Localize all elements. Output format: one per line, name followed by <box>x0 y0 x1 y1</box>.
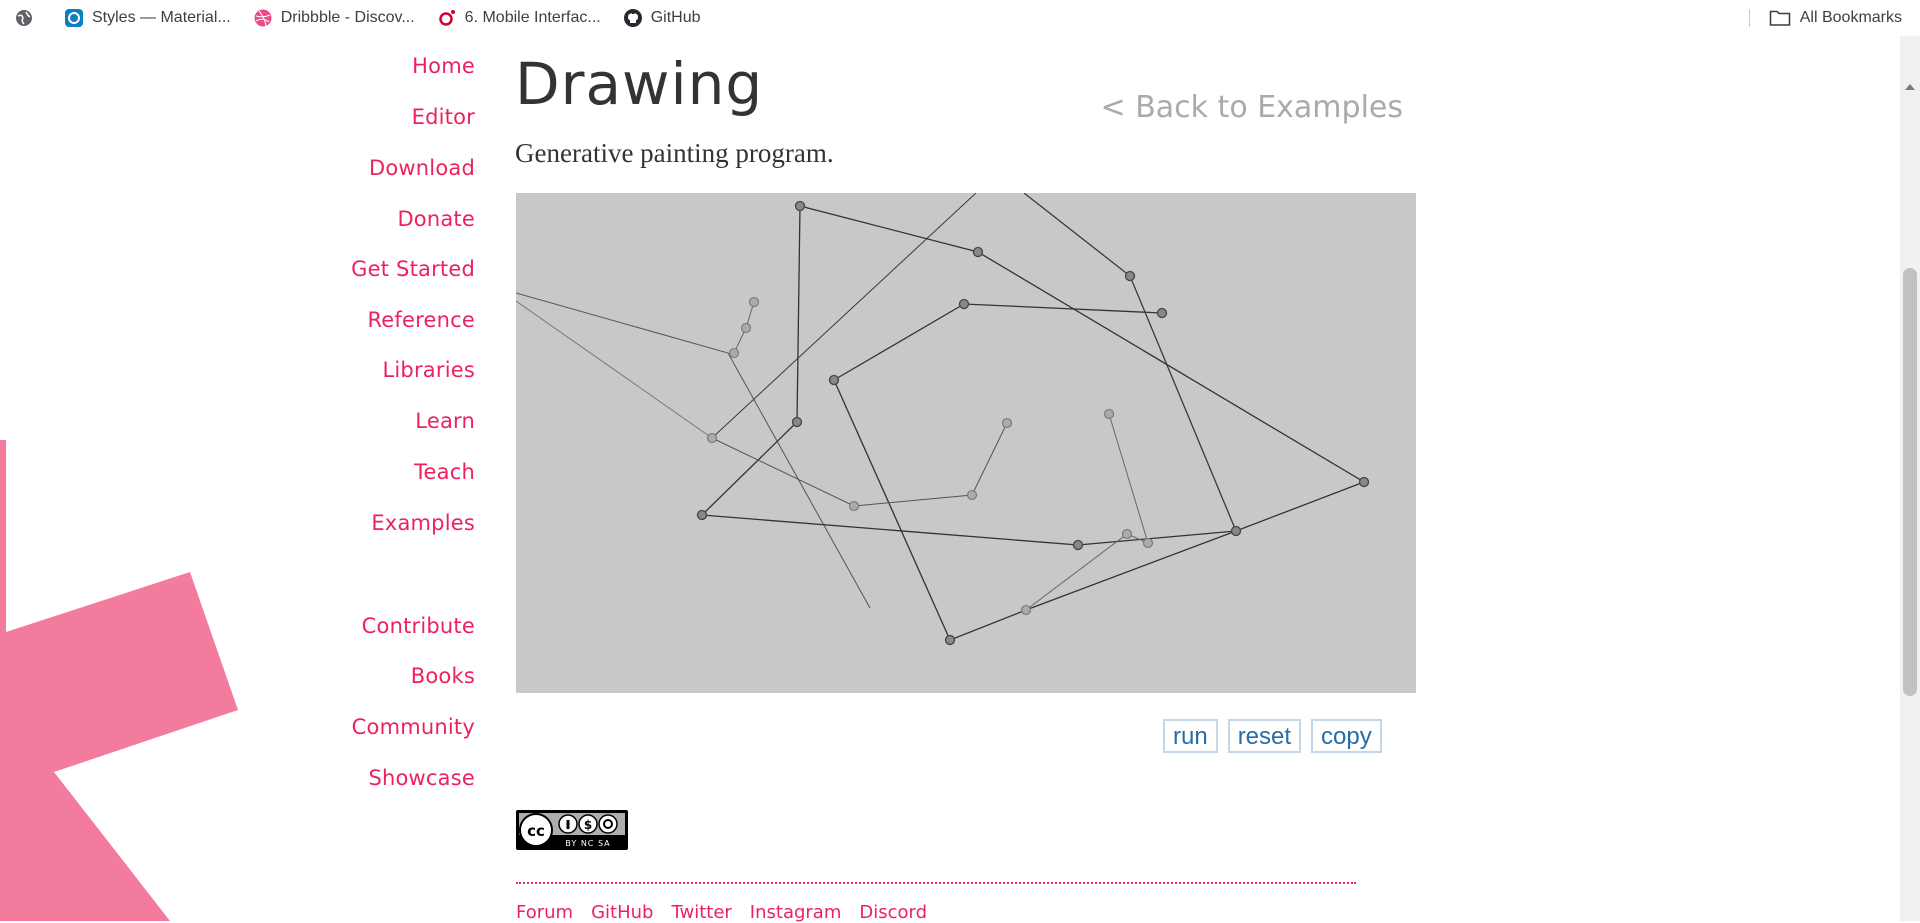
globe-icon <box>16 10 32 26</box>
footer-divider <box>516 882 1356 884</box>
sketch-canvas[interactable] <box>515 192 1416 693</box>
nav-reference[interactable]: Reference <box>367 308 475 332</box>
drawing-output <box>515 192 1370 646</box>
oreilly-icon <box>438 10 455 26</box>
nav-editor[interactable]: Editor <box>412 105 475 129</box>
sketch-controls: run reset copy <box>1163 719 1382 753</box>
cc-badge-text: BY NC SA <box>565 839 610 848</box>
footer-forum[interactable]: Forum <box>516 902 573 923</box>
back-to-examples-link[interactable]: < Back to Examples <box>1101 90 1403 125</box>
page-title: Drawing <box>515 50 764 118</box>
footer-instagram[interactable]: Instagram <box>750 902 842 923</box>
scroll-up-icon[interactable] <box>1905 84 1915 90</box>
material-icon <box>65 9 83 27</box>
bookmark-label: 6. Mobile Interfac... <box>464 9 601 26</box>
all-bookmarks-label: All Bookmarks <box>1799 9 1902 26</box>
nav-community[interactable]: Community <box>352 715 475 739</box>
bookmark-material[interactable]: Styles — Material... <box>64 8 231 28</box>
nav-donate[interactable]: Donate <box>397 207 475 231</box>
bookmarks-separator <box>1749 9 1750 27</box>
footer-twitter[interactable]: Twitter <box>671 902 731 923</box>
nav-contribute[interactable]: Contribute <box>362 614 475 638</box>
nav-teach[interactable]: Teach <box>414 460 475 484</box>
nav-examples[interactable]: Examples <box>371 511 475 535</box>
bookmark-label: GitHub <box>650 9 701 26</box>
nav-download[interactable]: Download <box>369 156 475 180</box>
copy-button[interactable]: copy <box>1311 719 1382 753</box>
vertical-scrollbar[interactable] <box>1900 36 1920 921</box>
github-icon <box>623 9 642 27</box>
nav-books[interactable]: Books <box>411 664 475 688</box>
reset-button[interactable]: reset <box>1227 719 1302 753</box>
bookmark-label: Dribbble - Discov... <box>280 9 415 26</box>
footer-github[interactable]: GitHub <box>591 902 653 923</box>
creative-commons-badge[interactable]: cc $ BY NC SA <box>516 810 628 850</box>
folder-icon <box>1769 10 1791 26</box>
nav-libraries[interactable]: Libraries <box>383 358 476 382</box>
dribbble-icon <box>254 9 272 27</box>
bookmark-dribbble[interactable]: Dribbble - Discov... <box>253 8 415 28</box>
by-icon <box>566 820 570 829</box>
bookmark-label: Styles — Material... <box>92 9 231 26</box>
bookmark-github[interactable]: GitHub <box>623 8 701 28</box>
nav-get-started[interactable]: Get Started <box>351 257 475 281</box>
decorative-asterisk <box>0 440 238 921</box>
bookmark-globe[interactable] <box>14 8 42 28</box>
scrollbar-thumb[interactable] <box>1903 268 1917 696</box>
nav-learn[interactable]: Learn <box>415 409 475 433</box>
all-bookmarks-button[interactable]: All Bookmarks <box>1769 0 1902 36</box>
nav-showcase[interactable]: Showcase <box>368 766 475 790</box>
footer-links: Forum GitHub Twitter Instagram Discord <box>516 902 927 923</box>
cc-icon: cc <box>527 822 545 840</box>
footer-discord[interactable]: Discord <box>859 902 927 923</box>
example-description: Generative painting program. <box>515 138 834 168</box>
bookmark-oreilly[interactable]: 6. Mobile Interfac... <box>437 8 601 28</box>
bookmarks-bar: Styles — Material... Dribbble - Discov..… <box>0 0 1920 36</box>
nc-icon: $ <box>584 818 592 832</box>
nav-home[interactable]: Home <box>412 54 475 78</box>
run-button[interactable]: run <box>1163 719 1218 753</box>
